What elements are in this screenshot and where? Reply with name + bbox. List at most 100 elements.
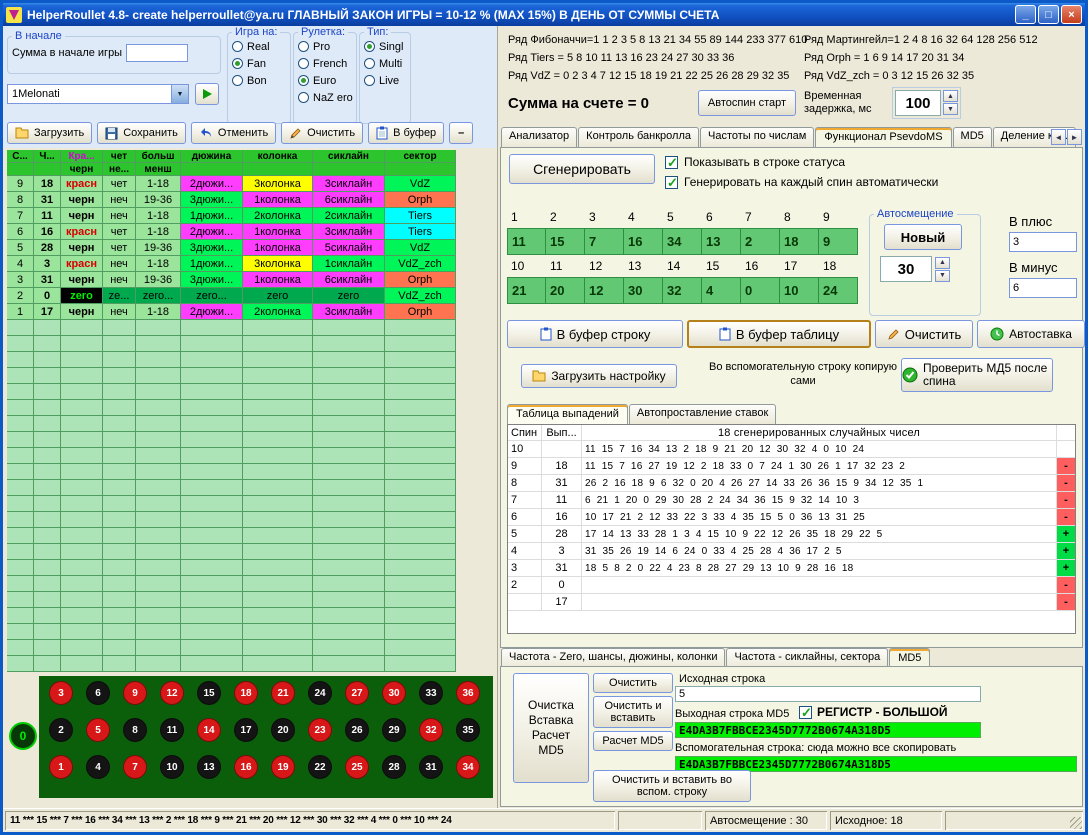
- board-number-6[interactable]: 6: [86, 681, 110, 705]
- autospin-start-button[interactable]: Автоспин старт: [698, 90, 796, 116]
- board-number-25[interactable]: 25: [345, 755, 369, 779]
- board-number-31[interactable]: 31: [419, 755, 443, 779]
- board-number-15[interactable]: 15: [197, 681, 221, 705]
- board-number-1[interactable]: 1: [49, 755, 73, 779]
- start-sum-input[interactable]: [126, 44, 188, 62]
- board-number-10[interactable]: 10: [160, 755, 184, 779]
- delay-up-button[interactable]: ▲: [943, 90, 958, 102]
- radio-live[interactable]: Live: [360, 72, 410, 89]
- main-tab[interactable]: Частоты по числам: [700, 127, 814, 147]
- clear-generated-button[interactable]: Очистить: [875, 320, 973, 348]
- board-number-34[interactable]: 34: [456, 755, 480, 779]
- resize-grip[interactable]: [1070, 817, 1082, 829]
- main-tab[interactable]: MD5: [953, 127, 992, 147]
- buffer-row-button[interactable]: В буфер строку: [507, 320, 683, 348]
- chevron-down-icon[interactable]: ▼: [171, 85, 188, 103]
- main-tab[interactable]: Функционал PsevdoMS: [815, 127, 951, 147]
- board-number-36[interactable]: 36: [456, 681, 480, 705]
- radio-french[interactable]: French: [294, 55, 356, 72]
- board-number-11[interactable]: 11: [160, 718, 184, 742]
- minimize-button[interactable]: _: [1015, 5, 1036, 24]
- board-number-22[interactable]: 22: [308, 755, 332, 779]
- radio-real[interactable]: Real: [228, 38, 290, 55]
- board-number-33[interactable]: 33: [419, 681, 443, 705]
- generate-button[interactable]: Сгенерировать: [509, 154, 655, 184]
- bottom-tab[interactable]: Частота - сиклайны, сектора: [726, 648, 888, 668]
- clear-button[interactable]: Очистить: [281, 122, 363, 144]
- board-number-21[interactable]: 21: [271, 681, 295, 705]
- tab-scroll-right-button[interactable]: ►: [1067, 129, 1082, 145]
- buffer-table-button[interactable]: В буфер таблицу: [687, 320, 871, 348]
- board-number-4[interactable]: 4: [86, 755, 110, 779]
- main-tab[interactable]: Анализатор: [501, 127, 577, 147]
- board-number-35[interactable]: 35: [456, 718, 480, 742]
- history-empty-cell: [136, 608, 181, 624]
- drops-result-cell: 11: [542, 492, 582, 508]
- radio-bon[interactable]: Bon: [228, 72, 290, 89]
- to-buffer-button[interactable]: В буфер: [368, 122, 444, 144]
- delay-down-button[interactable]: ▼: [943, 103, 958, 115]
- close-button[interactable]: ×: [1061, 5, 1082, 24]
- radio-fan[interactable]: Fan: [228, 55, 290, 72]
- radio-pro[interactable]: Pro: [294, 38, 356, 55]
- checkbox-show-in-status[interactable]: Показывать в строке статуса: [665, 155, 845, 169]
- radio-nazero[interactable]: NaZ ero: [294, 89, 356, 106]
- board-number-8[interactable]: 8: [123, 718, 147, 742]
- autoshift-down-button[interactable]: ▼: [935, 270, 950, 282]
- md5-clear-paste-aux-button[interactable]: Очистить и вставить во вспом. строку: [593, 770, 751, 802]
- sub-tab[interactable]: Автопроставление ставок: [629, 404, 776, 424]
- plus-input[interactable]: [1009, 232, 1077, 252]
- new-button[interactable]: Новый: [884, 224, 962, 250]
- board-number-7[interactable]: 7: [123, 755, 147, 779]
- autobet-button[interactable]: Автоставка: [977, 320, 1085, 348]
- board-number-24[interactable]: 24: [308, 681, 332, 705]
- md5-clear-paste-button[interactable]: Очистить и вставить: [593, 696, 673, 728]
- board-number-17[interactable]: 17: [234, 718, 258, 742]
- main-tab[interactable]: Контроль банкролла: [578, 127, 699, 147]
- board-number-30[interactable]: 30: [382, 681, 406, 705]
- autoshift-up-button[interactable]: ▲: [935, 257, 950, 269]
- radio-multi[interactable]: Multi: [360, 55, 410, 72]
- md5-big-button[interactable]: Очистка Вставка Расчет MD5: [513, 673, 589, 783]
- bottom-tab[interactable]: MD5: [889, 648, 930, 668]
- board-number-28[interactable]: 28: [382, 755, 406, 779]
- load-button[interactable]: Загрузить: [7, 122, 92, 144]
- load-settings-button[interactable]: Загрузить настройку: [521, 364, 677, 388]
- board-number-2[interactable]: 2: [49, 718, 73, 742]
- md5-calc-button[interactable]: Расчет MD5: [593, 731, 673, 751]
- undo-button[interactable]: Отменить: [191, 122, 276, 144]
- board-number-32[interactable]: 32: [419, 718, 443, 742]
- type-group: Тип: SinglMultiLive: [359, 26, 411, 124]
- play-button[interactable]: [195, 83, 219, 105]
- board-number-23[interactable]: 23: [308, 718, 332, 742]
- board-number-16[interactable]: 16: [234, 755, 258, 779]
- md5-register-checkbox[interactable]: РЕГИСТР - БОЛЬШОЙ: [799, 705, 948, 719]
- md5-source-input[interactable]: [675, 686, 981, 702]
- board-number-18[interactable]: 18: [234, 681, 258, 705]
- minus-input[interactable]: [1009, 278, 1077, 298]
- board-number-27[interactable]: 27: [345, 681, 369, 705]
- board-number-14[interactable]: 14: [197, 718, 221, 742]
- checkbox-generate-each-spin[interactable]: Генерировать на каждый спин автоматическ…: [665, 175, 938, 189]
- preset-dropdown[interactable]: 1Melonati ▼: [7, 84, 189, 104]
- board-number-5[interactable]: 5: [86, 718, 110, 742]
- tab-scroll-left-button[interactable]: ◄: [1051, 129, 1066, 145]
- board-number-0[interactable]: 0: [9, 722, 37, 750]
- bottom-tab[interactable]: Частота - Zero, шансы, дюжины, колонки: [501, 648, 725, 668]
- check-md5-button[interactable]: Проверить МД5 после спина: [901, 358, 1053, 392]
- board-number-9[interactable]: 9: [123, 681, 147, 705]
- board-number-13[interactable]: 13: [197, 755, 221, 779]
- radio-singl[interactable]: Singl: [360, 38, 410, 55]
- md5-clear-button[interactable]: Очистить: [593, 673, 673, 693]
- maximize-button[interactable]: □: [1038, 5, 1059, 24]
- board-number-19[interactable]: 19: [271, 755, 295, 779]
- sub-tab[interactable]: Таблица выпадений: [507, 404, 628, 424]
- board-number-26[interactable]: 26: [345, 718, 369, 742]
- radio-euro[interactable]: Euro: [294, 72, 356, 89]
- collapse-button[interactable]: –: [449, 122, 473, 144]
- board-number-3[interactable]: 3: [49, 681, 73, 705]
- board-number-29[interactable]: 29: [382, 718, 406, 742]
- board-number-12[interactable]: 12: [160, 681, 184, 705]
- save-button[interactable]: Сохранить: [97, 122, 186, 144]
- board-number-20[interactable]: 20: [271, 718, 295, 742]
